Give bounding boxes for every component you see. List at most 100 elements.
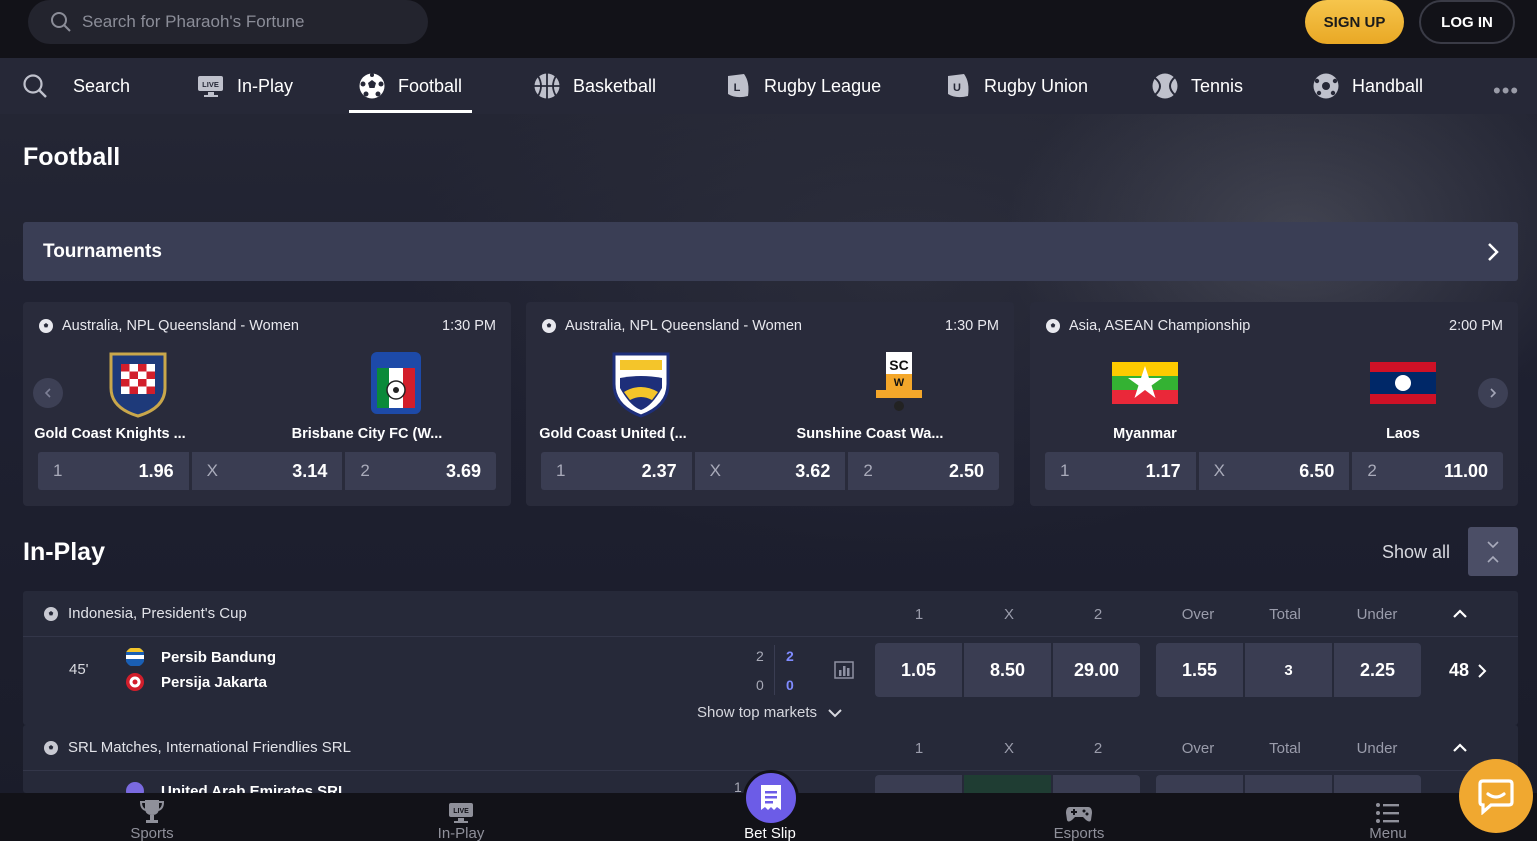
global-search-input[interactable]: Search for Pharaoh's Fortune <box>28 0 428 44</box>
col-header-total: Total <box>1269 740 1301 757</box>
bottom-nav-label: Esports <box>1053 825 1105 841</box>
odds-row: 1 1.17 X 6.50 2 11.00 <box>1045 452 1504 490</box>
live-chat-button[interactable] <box>1459 759 1533 833</box>
col-header-x: X <box>1003 740 1014 757</box>
team-badge-icon <box>126 782 144 793</box>
search-icon <box>22 73 48 99</box>
rugby-league-icon: L <box>724 72 752 100</box>
live-icon: LIVE <box>197 74 225 98</box>
gamepad-icon <box>1065 793 1093 825</box>
chevron-up-icon[interactable] <box>1451 742 1469 754</box>
home-team-name: Gold Coast Knights ... <box>34 426 186 442</box>
featured-match-card[interactable]: Asia, ASEAN Championship 2:00 PM Myanmar… <box>1030 302 1518 506</box>
basketball-icon <box>533 72 561 100</box>
stats-icon[interactable] <box>834 661 854 679</box>
odd-button-draw[interactable]: 8.50 <box>964 643 1051 697</box>
odd-button-home[interactable] <box>875 775 962 793</box>
nav-label-basketball: Basketball <box>573 75 657 96</box>
odd-button-draw[interactable] <box>964 775 1051 793</box>
nav-item-inplay[interactable]: LIVE In-Play <box>197 58 293 114</box>
odd-button-home[interactable]: 1.05 <box>875 643 962 697</box>
team-badge-icon <box>126 648 144 666</box>
signup-button[interactable]: SIGN UP <box>1305 0 1404 44</box>
odd-button-over[interactable] <box>1156 775 1243 793</box>
card-league: Australia, NPL Queensland - Women <box>541 318 802 334</box>
odd-label: 2 <box>360 461 370 480</box>
nav-item-tennis[interactable]: Tennis <box>1151 58 1243 114</box>
laos-flag-icon <box>1370 362 1436 404</box>
bottom-nav-sports[interactable]: Sports <box>92 793 212 841</box>
chevron-left-icon <box>44 388 51 398</box>
chevron-up-icon[interactable] <box>1451 608 1469 620</box>
chevron-down-icon <box>828 708 842 717</box>
show-top-markets-button[interactable]: Show top markets <box>697 704 843 721</box>
odd-label: 1 <box>53 461 63 480</box>
svg-text:LIVE: LIVE <box>202 80 219 89</box>
home-team-name: Gold Coast United (... <box>539 426 687 442</box>
odd-button-away[interactable]: 2 2.50 <box>848 452 1000 490</box>
bottom-nav-label: Sports <box>130 825 174 841</box>
match-time: 1:30 PM <box>945 318 999 334</box>
league-name: Asia, ASEAN Championship <box>1069 318 1251 334</box>
odd-button-away[interactable] <box>1053 775 1140 793</box>
col-header-total: Total <box>1269 606 1301 623</box>
svg-text:W: W <box>894 377 905 389</box>
tournaments-bar[interactable]: Tournaments <box>23 222 1518 281</box>
myanmar-flag-icon <box>1112 362 1178 404</box>
nav-item-football[interactable]: Football <box>358 58 462 114</box>
league-header[interactable]: Indonesia, President's Cup 1 X 2 Over To… <box>23 591 1518 637</box>
more-markets-button[interactable]: 48 <box>1449 660 1489 681</box>
bottom-nav-esports[interactable]: Esports <box>1019 793 1139 841</box>
col-header-over: Over <box>1181 740 1215 757</box>
odd-button-home[interactable]: 1 1.17 <box>1045 452 1196 490</box>
odd-value: 3.62 <box>795 460 831 481</box>
football-icon <box>358 72 386 100</box>
nav-item-rugby-league[interactable]: L Rugby League <box>724 58 881 114</box>
odd-button-away[interactable]: 2 11.00 <box>1352 452 1504 490</box>
collapse-icon <box>1487 540 1499 563</box>
odd-button-home[interactable]: 1 2.37 <box>541 452 692 490</box>
nav-item-rugby-union[interactable]: U Rugby Union <box>944 58 1088 114</box>
odd-value: 6.50 <box>1299 460 1335 481</box>
chevron-right-icon <box>1490 388 1497 398</box>
bottom-nav-inplay[interactable]: LIVE In-Play <box>401 793 521 841</box>
odd-button-under[interactable] <box>1334 775 1421 793</box>
odds-total-group: 1.55 3 2.25 <box>1156 643 1421 697</box>
match-row[interactable]: 45' Persib Bandung Persija Jakarta 2 2 0… <box>23 637 1518 721</box>
bottom-nav-menu[interactable]: Menu <box>1328 793 1448 841</box>
odd-button-draw[interactable]: X 6.50 <box>1198 452 1350 490</box>
show-all-link[interactable]: Show all <box>1382 542 1450 563</box>
login-button[interactable]: LOG IN <box>1419 0 1515 44</box>
odd-button-over[interactable]: 1.55 <box>1156 643 1243 697</box>
odd-button-draw[interactable]: X 3.14 <box>191 452 343 490</box>
home-team-name: Persib Bandung <box>161 648 277 666</box>
collapse-all-button[interactable] <box>1468 527 1518 576</box>
home-score: 2 <box>786 648 794 664</box>
odd-button-away[interactable]: 29.00 <box>1053 643 1140 697</box>
league-header[interactable]: SRL Matches, International Friendlies SR… <box>23 725 1518 771</box>
tennis-icon <box>1151 72 1179 100</box>
odds-1x2-group: 1.05 8.50 29.00 <box>875 643 1140 697</box>
odd-label: X <box>206 461 219 480</box>
odd-button-under[interactable]: 2.25 <box>1334 643 1421 697</box>
odd-button-draw[interactable]: X 3.62 <box>694 452 846 490</box>
carousel-next-button[interactable] <box>1478 378 1508 408</box>
carousel-prev-button[interactable] <box>33 378 63 408</box>
odds-row: 1 2.37 X 3.62 2 2.50 <box>541 452 1000 490</box>
col-header-2: 2 <box>1093 606 1103 623</box>
away-team-name: Laos <box>1386 426 1420 442</box>
nav-item-search[interactable]: Search <box>22 58 130 114</box>
odd-button-away[interactable]: 2 3.69 <box>345 452 497 490</box>
home-score: 1 <box>734 779 742 793</box>
chat-icon <box>1478 779 1514 815</box>
page-title: Football <box>23 143 121 171</box>
featured-match-card[interactable]: Australia, NPL Queensland - Women 1:30 P… <box>526 302 1014 506</box>
nav-item-handball[interactable]: Handball <box>1312 58 1423 114</box>
nav-item-basketball[interactable]: Basketball <box>533 58 656 114</box>
trophy-icon <box>139 793 165 825</box>
betslip-button[interactable] <box>743 770 799 826</box>
more-markets-count: 48 <box>1449 660 1470 680</box>
odd-button-home[interactable]: 1 1.96 <box>38 452 189 490</box>
featured-match-card[interactable]: Australia, NPL Queensland - Women 1:30 P… <box>23 302 511 506</box>
more-sports-button[interactable]: ••• <box>1493 78 1519 104</box>
